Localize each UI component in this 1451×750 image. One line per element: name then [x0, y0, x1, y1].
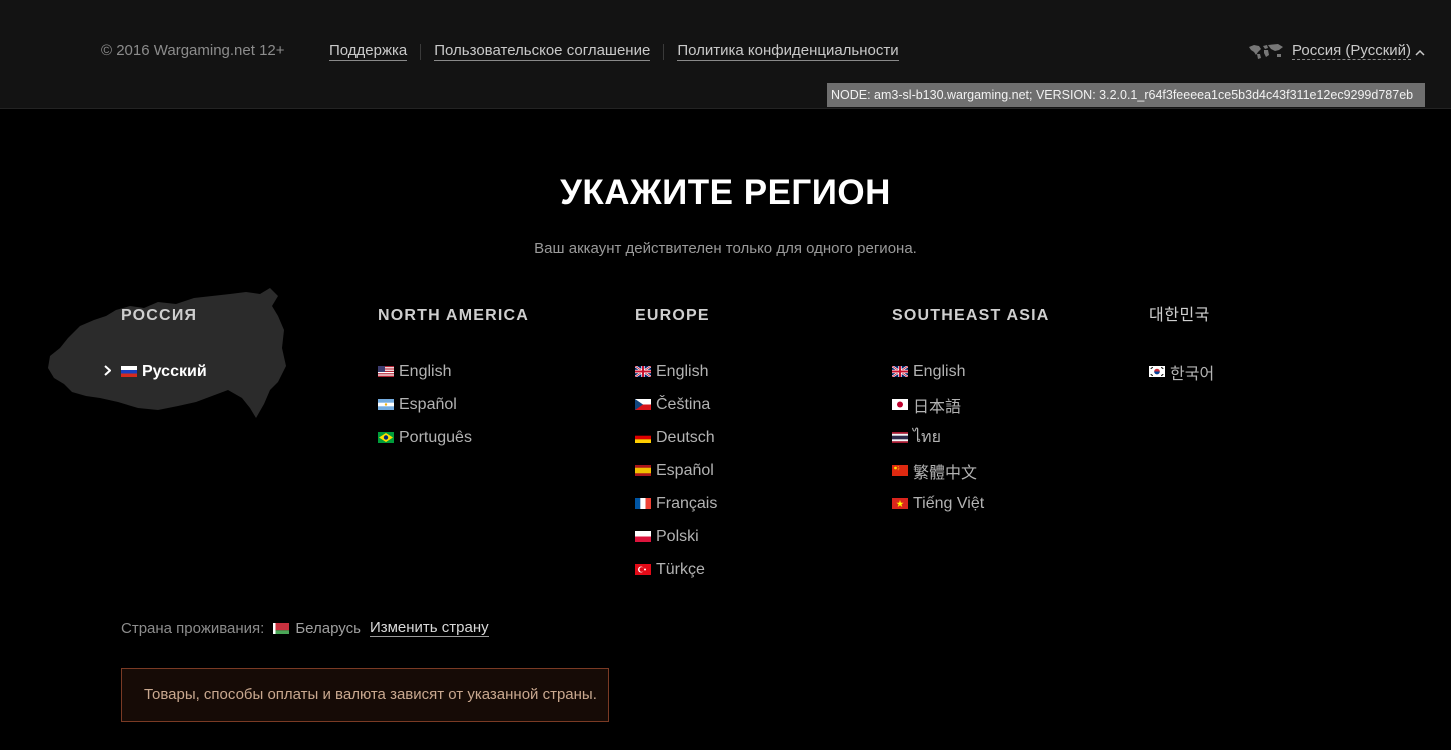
flag-ar-icon: [378, 399, 394, 410]
flag-cn-icon: [892, 465, 908, 476]
language-option-sea-en[interactable]: English: [892, 355, 1050, 388]
language-option-na-pt[interactable]: Português: [378, 421, 529, 454]
language-label: Español: [656, 461, 714, 479]
flag-jp-icon: [892, 399, 908, 410]
chevron-right-icon: [104, 365, 111, 376]
footer-bar: © 2016 Wargaming.net 12+ Поддержка Польз…: [0, 0, 1451, 109]
language-label: 한국어: [1170, 365, 1215, 383]
language-option-eu-pl[interactable]: Polski: [635, 520, 717, 553]
link-divider: [663, 43, 665, 60]
language-label: Tiếng Việt: [913, 494, 985, 512]
language-option-eu-es[interactable]: Español: [635, 454, 717, 487]
region-language-selector[interactable]: Россия (Русский): [1248, 42, 1425, 60]
language-option-kr-ko[interactable]: 한국어: [1149, 355, 1214, 388]
flag-vn-icon: [892, 498, 908, 509]
flag-ru-icon: [121, 366, 137, 377]
language-label: 日本語: [913, 398, 962, 416]
country-notice-box: Товары, способы оплаты и валюта зависят …: [121, 668, 609, 722]
privacy-policy-link[interactable]: Политика конфиденциальности: [677, 42, 899, 61]
node-version-info: NODE: am3-sl-b130.wargaming.net; VERSION…: [827, 83, 1425, 107]
flag-br-icon: [378, 432, 394, 443]
copyright-text: © 2016 Wargaming.net 12+: [101, 42, 285, 59]
flag-pl-icon: [635, 531, 651, 542]
chevron-up-icon: [1415, 49, 1425, 56]
user-agreement-link[interactable]: Пользовательское соглашение: [434, 42, 651, 61]
flag-cz-icon: [635, 399, 651, 410]
page-title: УКАЖИТЕ РЕГИОН: [560, 173, 891, 212]
flag-us-icon: [378, 366, 394, 377]
language-label: Español: [399, 395, 457, 413]
link-divider: [420, 43, 422, 60]
country-label: Страна проживания:: [121, 619, 265, 637]
language-option-sea-ja[interactable]: 日本語: [892, 388, 1050, 421]
region-language-label: Россия (Русский): [1292, 42, 1412, 60]
page-subtitle: Ваш аккаунт действителен только для одно…: [534, 240, 917, 257]
region-column-southeast-asia: SOUTHEAST ASIA English 日本語 ไทย 繁體中文 Tiến…: [892, 306, 1050, 520]
region-title-southeast-asia: SOUTHEAST ASIA: [892, 307, 1050, 324]
language-option-eu-cs[interactable]: Čeština: [635, 388, 717, 421]
change-country-link[interactable]: Изменить страну: [369, 619, 489, 637]
language-label: Português: [399, 428, 472, 446]
region-title-korea: 대한민국: [1149, 307, 1210, 324]
flag-tr-icon: [635, 564, 651, 575]
language-option-eu-de[interactable]: Deutsch: [635, 421, 717, 454]
country-value: Беларусь: [295, 619, 361, 637]
language-label: Русский: [142, 362, 207, 380]
language-label: English: [399, 362, 452, 380]
language-option-eu-fr[interactable]: Français: [635, 487, 717, 520]
language-label: Polski: [656, 527, 699, 545]
language-label: Čeština: [656, 395, 711, 413]
language-option-sea-vi[interactable]: Tiếng Việt: [892, 487, 1050, 520]
flag-de-icon: [635, 432, 651, 443]
language-label: Français: [656, 494, 718, 512]
language-option-sea-th[interactable]: ไทย: [892, 421, 1050, 454]
language-option-ru[interactable]: Русский: [104, 355, 207, 388]
world-map-icon: [1249, 44, 1283, 59]
country-of-residence: Страна проживания: Беларусь Изменить стр…: [121, 619, 489, 637]
flag-kr-icon: [1149, 366, 1165, 377]
language-option-eu-tr[interactable]: Türkçe: [635, 553, 717, 586]
region-title-russia: РОССИЯ: [121, 307, 198, 324]
flag-es-icon: [635, 465, 651, 476]
region-title-europe: EUROPE: [635, 307, 710, 324]
flag-th-icon: [892, 432, 908, 443]
footer-links: Поддержка Пользовательское соглашение По…: [329, 42, 899, 61]
language-label: ไทย: [913, 429, 941, 446]
region-column-korea: 대한민국 한국어: [1149, 306, 1214, 388]
flag-gb-icon: [635, 366, 651, 377]
language-option-na-es[interactable]: Español: [378, 388, 529, 421]
region-column-north-america: NORTH AMERICA English Español Português: [378, 306, 529, 454]
language-label: English: [656, 362, 709, 380]
region-title-north-america: NORTH AMERICA: [378, 307, 529, 324]
language-label: Türkçe: [656, 560, 705, 578]
language-option-sea-zh[interactable]: 繁體中文: [892, 454, 1050, 487]
flag-gb-icon: [892, 366, 908, 377]
region-column-russia: РОССИЯ Русский: [104, 306, 207, 388]
language-label: 繁體中文: [913, 464, 978, 482]
language-label: English: [913, 362, 966, 380]
region-column-europe: EUROPE English Čeština Deutsch Español F…: [635, 306, 717, 586]
language-label: Deutsch: [656, 428, 715, 446]
support-link[interactable]: Поддержка: [329, 42, 408, 61]
language-option-na-en[interactable]: English: [378, 355, 529, 388]
language-option-eu-en[interactable]: English: [635, 355, 717, 388]
flag-fr-icon: [635, 498, 651, 509]
flag-by-icon: [273, 622, 290, 634]
